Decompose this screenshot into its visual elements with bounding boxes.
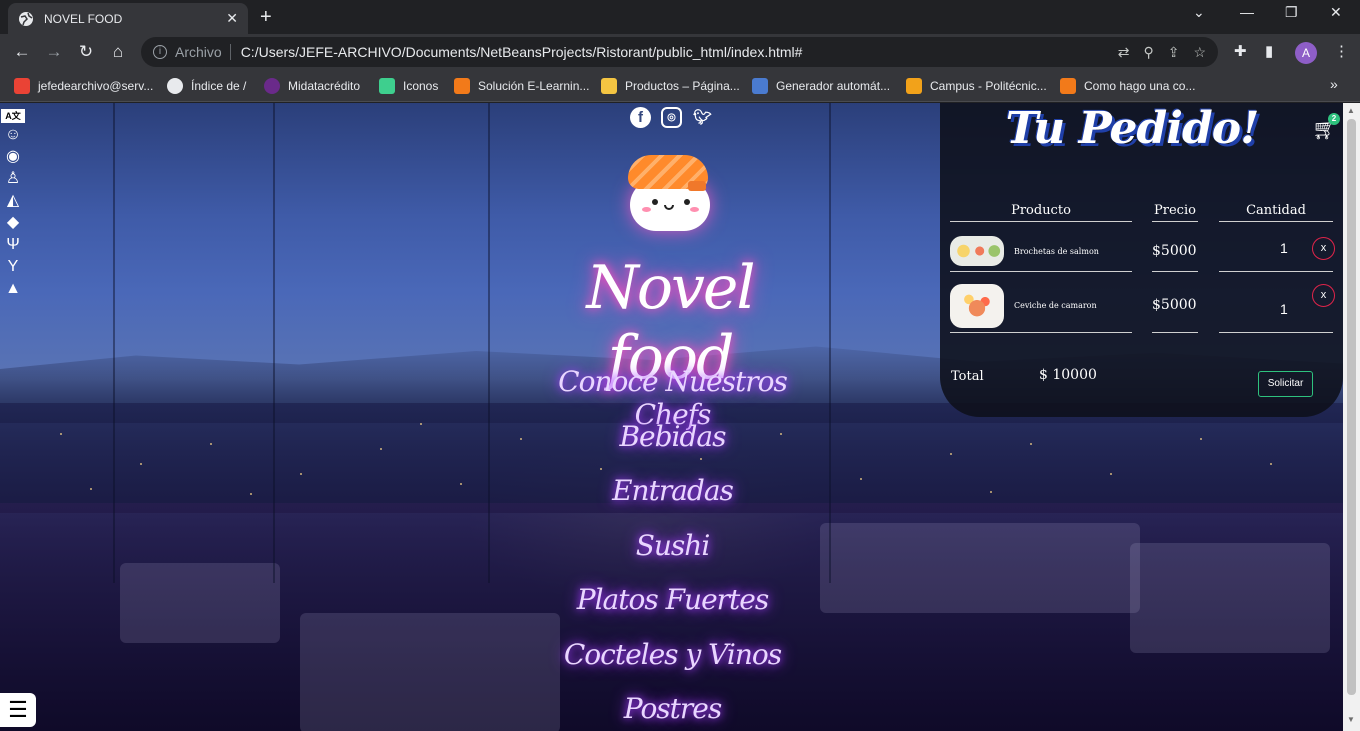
extensions-icon[interactable]: ✚: [1234, 42, 1247, 60]
bookmark-midatacredito[interactable]: Midatacrédito: [264, 78, 360, 94]
new-tab-button[interactable]: +: [260, 6, 272, 29]
side-panel-icon[interactable]: ▮: [1265, 42, 1273, 60]
menu-item-entradas[interactable]: Entradas: [520, 474, 825, 529]
product-image-ceviche: [950, 284, 1004, 328]
bookmark-como-hago[interactable]: Como hago una co...: [1060, 78, 1195, 94]
info-icon[interactable]: i: [153, 45, 167, 59]
gmail-icon: [14, 78, 30, 94]
close-window-button[interactable]: ✕: [1330, 4, 1342, 21]
back-icon[interactable]: ←: [10, 40, 34, 64]
solicitar-button[interactable]: Solicitar: [1258, 371, 1313, 397]
midatacredito-icon: [264, 78, 280, 94]
home-icon[interactable]: ⌂: [106, 40, 130, 64]
menu-item-platos-fuertes[interactable]: Platos Fuertes: [520, 583, 825, 638]
zoom-icon[interactable]: ⚲: [1143, 44, 1153, 61]
utensils-icon[interactable]: Ψ: [1, 235, 25, 255]
order-panel: Tu Pedido! 🛒︎ 2 Producto Precio Cantidad…: [940, 103, 1343, 417]
forward-icon[interactable]: →: [42, 40, 66, 64]
page-viewport: A文 ☺ ◉ ♙ ◭ ◆ Ψ Y ▲ ☰ f ◎ 🐦︎ Novel food C…: [0, 103, 1360, 731]
total-label: Total: [951, 369, 984, 384]
tab-search-icon[interactable]: ⌄: [1193, 4, 1205, 21]
bookmark-productos[interactable]: Productos – Página...: [601, 78, 740, 94]
bookmark-elearning[interactable]: Solución E-Learnin...: [454, 78, 589, 94]
question-icon: [1060, 78, 1076, 94]
scroll-down-icon[interactable]: ▼: [1347, 715, 1355, 724]
menu-item-cocteles[interactable]: Cocteles y Vinos: [520, 638, 825, 693]
product-image-brochetas: [950, 236, 1004, 266]
header-product: Producto: [950, 203, 1132, 222]
bookmark-gmail[interactable]: jefedearchivo@serv...: [14, 78, 153, 94]
omnibox-separator: [229, 44, 231, 60]
translate-icon[interactable]: A文: [1, 109, 25, 123]
address-bar[interactable]: i Archivo C:/Users/JEFE-ARCHIVO/Document…: [141, 37, 1218, 67]
browser-tab[interactable]: NOVEL FOOD ✕: [8, 3, 248, 34]
instagram-icon[interactable]: ◎: [661, 107, 682, 128]
menu-item-sushi[interactable]: Sushi: [520, 529, 825, 584]
store-icon: [601, 78, 617, 94]
bookmark-indice[interactable]: Índice de /: [167, 78, 246, 94]
podcast-icon[interactable]: ◉: [1, 147, 25, 167]
flame-icon: [906, 78, 922, 94]
menu-item-bebidas[interactable]: Bebidas: [520, 420, 825, 475]
scheme-label: Archivo: [175, 44, 222, 60]
restore-button[interactable]: ❐: [1285, 4, 1298, 21]
bookmark-star-icon[interactable]: ☆: [1193, 44, 1206, 61]
pizza-icon[interactable]: ◭: [1, 191, 25, 211]
browser-toolbar: ← → ↻ ⌂ i Archivo C:/Users/JEFE-ARCHIVO/…: [0, 34, 1360, 70]
drinks-icon[interactable]: ♙: [1, 169, 25, 189]
cart-count-badge: 2: [1328, 113, 1340, 125]
header-quantity: Cantidad: [1219, 203, 1333, 222]
order-item-name: Ceviche de camaron: [1014, 301, 1097, 310]
remove-item-button[interactable]: x: [1312, 237, 1335, 260]
fish-icon[interactable]: ◆: [1, 213, 25, 233]
translate-page-icon[interactable]: ⇄: [1118, 44, 1130, 61]
bookmark-generador[interactable]: Generador automát...: [752, 78, 890, 94]
chef-icon[interactable]: ☺: [1, 125, 25, 145]
bookmark-iconos[interactable]: Iconos: [379, 78, 438, 94]
sushi-mascot-logo: [628, 155, 712, 231]
left-icon-strip: A文 ☺ ◉ ♙ ◭ ◆ Ψ Y ▲: [0, 109, 26, 299]
profile-avatar[interactable]: A: [1295, 42, 1317, 64]
facebook-icon[interactable]: f: [630, 107, 651, 128]
puzzle-icon: [454, 78, 470, 94]
remove-item-button[interactable]: x: [1312, 284, 1335, 307]
menu-item-chefs[interactable]: Conoce Nuestros Chefs: [520, 365, 825, 431]
main-menu: Conoce Nuestros Chefs Bebidas Entradas S…: [520, 365, 825, 731]
share-icon[interactable]: ⇪: [1168, 44, 1180, 61]
order-title: Tu Pedido!: [1005, 103, 1260, 154]
minimize-button[interactable]: —: [1240, 4, 1254, 20]
page-scrollbar[interactable]: ▲ ▼: [1343, 103, 1360, 731]
bookmark-campus[interactable]: Campus - Politécnic...: [906, 78, 1047, 94]
document-icon: [752, 78, 768, 94]
order-item-qty[interactable]: 1: [1280, 301, 1288, 317]
vue-icon: [379, 78, 395, 94]
globe-icon: [19, 11, 33, 26]
scroll-up-icon[interactable]: ▲: [1347, 106, 1355, 115]
order-item-qty[interactable]: 1: [1280, 240, 1288, 256]
order-item-price: $5000: [1152, 243, 1197, 259]
header-price: Precio: [1152, 203, 1198, 222]
tab-strip: NOVEL FOOD ✕ + ⌄ — ❐ ✕: [0, 0, 1360, 34]
url-text[interactable]: C:/Users/JEFE-ARCHIVO/Documents/NetBeans…: [241, 44, 1104, 60]
tab-title: NOVEL FOOD: [44, 11, 123, 26]
order-item-name: Brochetas de salmon: [1014, 247, 1099, 256]
order-item-price: $5000: [1152, 297, 1197, 313]
scrollbar-thumb[interactable]: [1347, 119, 1356, 695]
list-menu-icon[interactable]: ☰: [0, 693, 36, 727]
twitter-icon[interactable]: 🐦︎: [692, 107, 713, 128]
total-value: $ 10000: [1039, 367, 1097, 383]
bookmarks-bar: jefedearchivo@serv... Índice de / Midata…: [0, 70, 1360, 102]
globe-icon: [167, 78, 183, 94]
menu-kebab-icon[interactable]: ⋮: [1334, 42, 1349, 60]
menu-item-postres[interactable]: Postres: [520, 692, 825, 731]
bookmarks-overflow-icon[interactable]: »: [1330, 76, 1338, 92]
social-links: f ◎ 🐦︎: [630, 107, 713, 128]
tab-close-icon[interactable]: ✕: [226, 10, 238, 27]
reload-icon[interactable]: ↻: [74, 40, 98, 64]
cocktail-icon[interactable]: Y: [1, 257, 25, 277]
dessert-icon[interactable]: ▲: [1, 279, 25, 299]
